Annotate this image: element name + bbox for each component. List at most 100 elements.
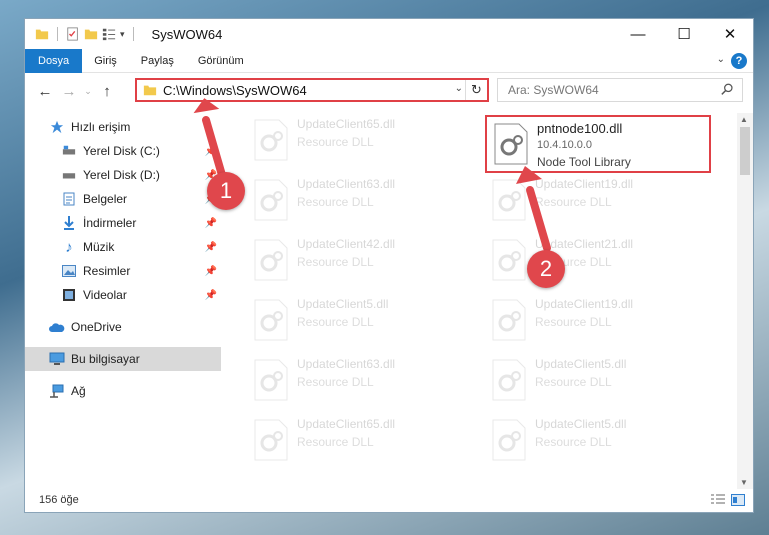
file-item[interactable]: UpdateClient63.dll Resource DLL: [247, 173, 472, 231]
folder-icon: [143, 85, 157, 96]
properties-icon[interactable]: [66, 27, 80, 41]
new-folder-icon[interactable]: [84, 27, 98, 41]
refresh-button[interactable]: ↻: [465, 80, 487, 100]
drive-icon: [61, 167, 77, 183]
file-item-pntnode100[interactable]: pntnode100.dll 10.4.10.0.0 Node Tool Lib…: [485, 115, 711, 173]
file-item[interactable]: UpdateClient65.dll Resource DLL: [247, 113, 472, 171]
file-name: UpdateClient5.dll: [297, 297, 389, 311]
tab-dosya[interactable]: Dosya: [25, 48, 83, 73]
sidebar-item-documents[interactable]: Belgeler 📌: [25, 187, 221, 211]
cloud-icon: [49, 319, 65, 335]
address-dropdown-icon[interactable]: ⌄: [455, 83, 463, 94]
file-name: UpdateClient65.dll: [297, 417, 396, 431]
vertical-scrollbar[interactable]: ▲ ▼: [737, 113, 753, 489]
address-path[interactable]: C:\Windows\SysWOW64: [163, 83, 307, 98]
tab-paylas[interactable]: Paylaş: [129, 49, 186, 73]
scroll-up-icon[interactable]: ▲: [740, 115, 748, 124]
expand-ribbon-icon[interactable]: ⌄: [717, 54, 725, 65]
sidebar-item-network[interactable]: Ağ: [25, 379, 221, 403]
tab-giris[interactable]: Giriş: [82, 49, 129, 73]
sidebar-label: Videolar: [83, 288, 127, 302]
pictures-icon: [61, 263, 77, 279]
network-icon: [49, 383, 65, 399]
drive-icon: [61, 143, 77, 159]
file-item[interactable]: UpdateClient42.dll Resource DLL: [247, 233, 472, 291]
sidebar-label: Hızlı erişim: [71, 120, 131, 134]
address-bar[interactable]: C:\Windows\SysWOW64 ⌄ ↻: [135, 78, 489, 102]
file-description: Resource DLL: [535, 195, 612, 209]
minimize-button[interactable]: —: [615, 19, 661, 49]
window-controls: — ☐ ✕: [615, 19, 753, 49]
sidebar-label: OneDrive: [71, 320, 122, 334]
view-options-icon[interactable]: [102, 27, 116, 41]
details-view-icon[interactable]: [711, 494, 725, 506]
dll-file-icon: [492, 239, 526, 281]
sidebar-item-pictures[interactable]: Resimler 📌: [25, 259, 221, 283]
file-description: Node Tool Library: [537, 155, 631, 169]
sidebar-item-downloads[interactable]: İndirmeler 📌: [25, 211, 221, 235]
file-description: Resource DLL: [297, 135, 374, 149]
up-button[interactable]: ↑: [95, 79, 119, 103]
pin-icon[interactable]: 📌: [205, 266, 217, 277]
file-item[interactable]: UpdateClient63.dll Resource DLL: [247, 353, 472, 411]
dll-file-icon: [254, 419, 288, 461]
file-item[interactable]: UpdateClient5.dll Resource DLL: [485, 413, 710, 471]
sidebar-item-quick-access[interactable]: Hızlı erişim: [25, 115, 221, 139]
sidebar-item-local-disk-c[interactable]: Yerel Disk (C:) 📌: [25, 139, 221, 163]
sidebar-label: Resimler: [83, 264, 131, 278]
file-name: UpdateClient63.dll: [297, 357, 396, 371]
file-item[interactable]: UpdateClient19.dll Resource DLL: [485, 293, 710, 351]
file-item[interactable]: UpdateClient19.dll Resource DLL: [485, 173, 710, 231]
file-name: UpdateClient19.dll: [535, 297, 634, 311]
pin-icon[interactable]: 📌: [205, 146, 217, 157]
sidebar-label: Ağ: [71, 384, 86, 398]
file-list: UpdateClient65.dll Resource DLL UpdateCl…: [247, 113, 737, 483]
file-item[interactable]: UpdateClient21.dll Resource DLL: [485, 233, 710, 291]
sidebar-item-music[interactable]: ♪ Müzik 📌: [25, 235, 221, 259]
quick-access-toolbar: ▾ SysWOW64: [25, 27, 222, 42]
scrollbar-thumb[interactable]: [740, 127, 750, 175]
window-title: SysWOW64: [151, 26, 223, 42]
file-item[interactable]: UpdateClient65.dll Resource DLL: [247, 413, 472, 471]
file-name: UpdateClient5.dll: [535, 417, 627, 431]
file-description: Resource DLL: [297, 255, 374, 269]
sidebar-item-this-pc[interactable]: Bu bilgisayar: [25, 347, 221, 371]
file-item[interactable]: UpdateClient5.dll Resource DLL: [485, 353, 710, 411]
recent-locations-button[interactable]: ⌄: [81, 79, 95, 103]
forward-button[interactable]: →: [57, 79, 81, 103]
help-icon[interactable]: ?: [731, 53, 747, 69]
sidebar-item-onedrive[interactable]: OneDrive: [25, 315, 221, 339]
tab-gorunum[interactable]: Görünüm: [186, 49, 256, 73]
sidebar-item-local-disk-d[interactable]: Yerel Disk (D:) 📌: [25, 163, 221, 187]
file-item[interactable]: UpdateClient5.dll Resource DLL: [247, 293, 472, 351]
file-version: 10.4.10.0.0: [537, 139, 593, 151]
customize-toolbar-icon[interactable]: ▾: [120, 29, 125, 40]
dll-file-icon: [254, 119, 288, 161]
dll-file-icon: [492, 359, 526, 401]
tiles-view-icon[interactable]: [731, 494, 745, 506]
file-name: UpdateClient63.dll: [297, 177, 396, 191]
file-name: pntnode100.dll: [537, 121, 623, 136]
sidebar-label: Müzik: [83, 240, 115, 254]
pin-icon[interactable]: 📌: [205, 290, 217, 301]
dll-file-icon: [492, 419, 526, 461]
documents-icon: [61, 191, 77, 207]
sidebar-item-videos[interactable]: Videolar 📌: [25, 283, 221, 307]
scroll-down-icon[interactable]: ▼: [740, 478, 748, 487]
view-switcher: [711, 494, 745, 506]
navigation-pane: Hızlı erişim Yerel Disk (C:) 📌 Yerel Dis…: [25, 115, 221, 475]
sidebar-label: Bu bilgisayar: [71, 352, 140, 366]
back-button[interactable]: ←: [33, 79, 57, 103]
close-button[interactable]: ✕: [707, 19, 753, 49]
search-icon[interactable]: [721, 83, 734, 96]
search-box[interactable]: Ara: SysWOW64: [497, 78, 743, 102]
dll-file-icon: [254, 239, 288, 281]
status-item-count: 156 öğe: [39, 494, 79, 506]
pin-icon[interactable]: 📌: [205, 218, 217, 229]
dll-file-icon: [492, 179, 526, 221]
downloads-icon: [61, 215, 77, 231]
step-badge-2: 2: [527, 250, 565, 288]
maximize-button[interactable]: ☐: [661, 19, 707, 49]
pin-icon[interactable]: 📌: [205, 242, 217, 253]
sidebar-label: Yerel Disk (C:): [83, 144, 160, 158]
